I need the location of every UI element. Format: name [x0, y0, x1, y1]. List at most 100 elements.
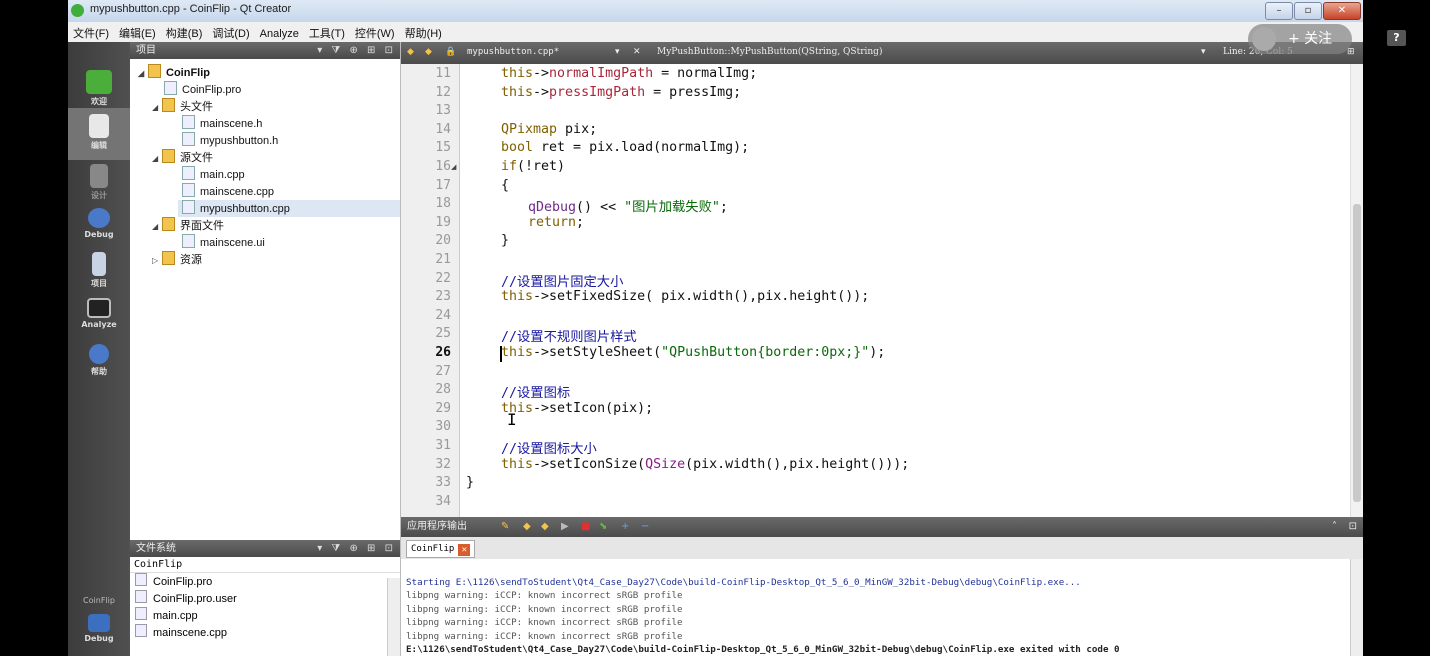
project-pane-title: 项目: [136, 45, 156, 56]
computer-icon: [88, 614, 110, 632]
close-tab-icon[interactable]: ✕: [458, 544, 471, 556]
tree-node-mypushbutton-cpp[interactable]: mypushbutton.cpp: [178, 200, 400, 217]
menu-build[interactable]: 构建(B): [161, 22, 208, 41]
fs-file[interactable]: CoinFlip.pro.user: [130, 590, 400, 607]
code-line: this->setIconSize(QSize(pix.width(),pix.…: [501, 456, 910, 472]
mode-debug[interactable]: Debug: [68, 208, 130, 239]
code-line: //设置图标大小: [501, 442, 597, 457]
code-line: qDebug() << "图片加载失败";: [528, 200, 728, 216]
help-circle-icon: [89, 344, 109, 364]
tree-node-resources[interactable]: ▷ 资源: [152, 251, 202, 268]
mode-help[interactable]: 帮助: [68, 344, 130, 377]
build-mode-label: Debug: [84, 634, 114, 643]
analyze-monitor-icon: [87, 298, 111, 318]
fs-breadcrumb[interactable]: CoinFlip: [130, 557, 400, 573]
attach-icon[interactable]: ⬊: [599, 517, 607, 537]
tree-node-mainscene-h[interactable]: mainscene.h: [182, 115, 262, 132]
line-number: 23: [435, 289, 451, 305]
line-number: 18: [435, 196, 451, 212]
line-number: 26: [435, 345, 451, 360]
output-title: 应用程序输出: [407, 521, 467, 532]
pane-tools[interactable]: ▾ ⧩ ⊕ ⊞ ⊡: [317, 42, 396, 59]
line-number: 24: [435, 307, 451, 323]
zoom-in-icon[interactable]: +: [621, 517, 629, 537]
mode-design[interactable]: 设计: [68, 164, 130, 201]
tree-node-headers[interactable]: ◢ 头文件: [152, 98, 213, 115]
menu-help[interactable]: 帮助(H): [400, 22, 447, 41]
fs-scrollbar[interactable]: [387, 578, 400, 656]
pane-tools[interactable]: ▾ ⧩ ⊕ ⊞ ⊡: [317, 540, 396, 557]
menu-debug[interactable]: 调试(D): [207, 22, 254, 41]
line-number: 15: [435, 140, 451, 156]
code-line: QPixmap pix;: [501, 121, 598, 137]
run-icon[interactable]: ▶: [561, 517, 569, 537]
help-icon[interactable]: ?: [1387, 30, 1406, 46]
editor-toolbar: ◆ ◆ 🔒 mypushbutton.cpp* ▾ ✕ MyPushButton…: [401, 42, 1363, 64]
fs-file[interactable]: main.cpp: [130, 607, 400, 624]
prev-item-icon[interactable]: ◆: [523, 517, 531, 537]
output-tab-coinflip[interactable]: CoinFlip ✕: [406, 540, 476, 558]
symbol-selector[interactable]: MyPushButton::MyPushButton(QString, QStr…: [657, 47, 882, 57]
menu-edit[interactable]: 编辑(E): [114, 22, 161, 41]
menu-file[interactable]: 文件(F): [68, 22, 114, 41]
tree-node-sources[interactable]: ◢ 源文件: [152, 149, 213, 166]
line-number: 25: [435, 326, 451, 342]
mode-analyze[interactable]: Analyze: [68, 298, 130, 329]
editor-scroll-thumb[interactable]: [1353, 204, 1361, 502]
menu-controls[interactable]: 控件(W): [350, 22, 400, 41]
nav-back-icon[interactable]: ◆: [407, 47, 414, 57]
next-item-icon[interactable]: ◆: [541, 517, 549, 537]
tree-node-mypushbutton-h[interactable]: mypushbutton.h: [182, 132, 278, 149]
code-editor[interactable]: 11 12 13 14 15 16 ◢ 17 18 19 20 21 22 23 24 25 26 27 28 29 3…: [401, 64, 1363, 517]
mode-label: Debug: [84, 230, 114, 239]
code-line: this->setIcon(pix);: [501, 400, 654, 416]
minimize-button[interactable]: –: [1265, 2, 1293, 20]
mode-edit[interactable]: 编辑: [68, 108, 130, 160]
edit-document-icon: [89, 114, 109, 138]
mode-projects[interactable]: 项目: [68, 252, 130, 289]
line-number: 33: [435, 475, 451, 491]
close-pane-icon[interactable]: ⊡: [1349, 517, 1357, 537]
qt-app-icon: [71, 4, 84, 17]
mode-label: 项目: [91, 279, 107, 288]
text-cursor: [500, 346, 502, 362]
maximize-button[interactable]: ▫: [1294, 2, 1322, 20]
line-number: 20: [435, 233, 451, 249]
follow-button[interactable]: + 关注: [1248, 24, 1352, 54]
tree-node-mainscene-ui[interactable]: mainscene.ui: [182, 234, 265, 251]
file-selector[interactable]: mypushbutton.cpp*: [467, 47, 559, 57]
build-target-selector[interactable]: Debug: [68, 614, 130, 643]
editor-scrollbar[interactable]: [1350, 64, 1363, 517]
mode-selector: 欢迎 编辑 设计 Debug 项目 Analyze 帮助 CoinFlip De…: [68, 42, 130, 656]
line-number: 16: [435, 159, 451, 174]
fs-file[interactable]: mainscene.cpp: [130, 624, 400, 641]
maximize-pane-icon[interactable]: ˄: [1332, 517, 1337, 537]
line-number: 30: [435, 419, 451, 435]
tree-node-pro[interactable]: CoinFlip.pro: [164, 81, 241, 98]
symbol-dropdown-icon[interactable]: ▾: [1201, 47, 1206, 57]
menu-analyze[interactable]: Analyze: [255, 25, 304, 40]
stop-icon[interactable]: ■: [581, 517, 590, 537]
close-button[interactable]: ✕: [1323, 2, 1361, 20]
application-output[interactable]: Starting E:\1126\sendToStudent\Qt4_Case_…: [401, 559, 1363, 656]
tree-node-mainscene-cpp[interactable]: mainscene.cpp: [182, 183, 274, 200]
zoom-out-icon[interactable]: −: [641, 517, 649, 537]
line-number: 14: [435, 121, 451, 137]
tree-node-forms[interactable]: ◢ 界面文件: [152, 217, 224, 234]
output-line: Starting E:\1126\sendToStudent\Qt4_Case_…: [406, 577, 1081, 588]
output-tabs: CoinFlip ✕: [401, 537, 1363, 560]
file-dropdown-icon[interactable]: ▾: [615, 47, 620, 57]
mode-welcome[interactable]: 欢迎: [68, 70, 130, 107]
code-line: this->normalImgPath = normalImg;: [501, 66, 758, 81]
fold-marker-icon[interactable]: ◢: [451, 163, 456, 171]
output-line: libpng warning: iCCP: known incorrect sR…: [406, 617, 683, 629]
output-scrollbar[interactable]: [1350, 559, 1363, 656]
clear-output-icon[interactable]: ✎: [501, 517, 509, 537]
tree-node-main-cpp[interactable]: main.cpp: [182, 166, 245, 183]
fs-file[interactable]: CoinFlip.pro: [130, 573, 400, 590]
nav-forward-icon[interactable]: ◆: [425, 47, 432, 57]
line-number: 29: [435, 400, 451, 416]
menu-tools[interactable]: 工具(T): [304, 22, 350, 41]
close-file-icon[interactable]: ✕: [633, 47, 641, 57]
tree-node-project[interactable]: ◢ CoinFlip: [138, 64, 210, 81]
